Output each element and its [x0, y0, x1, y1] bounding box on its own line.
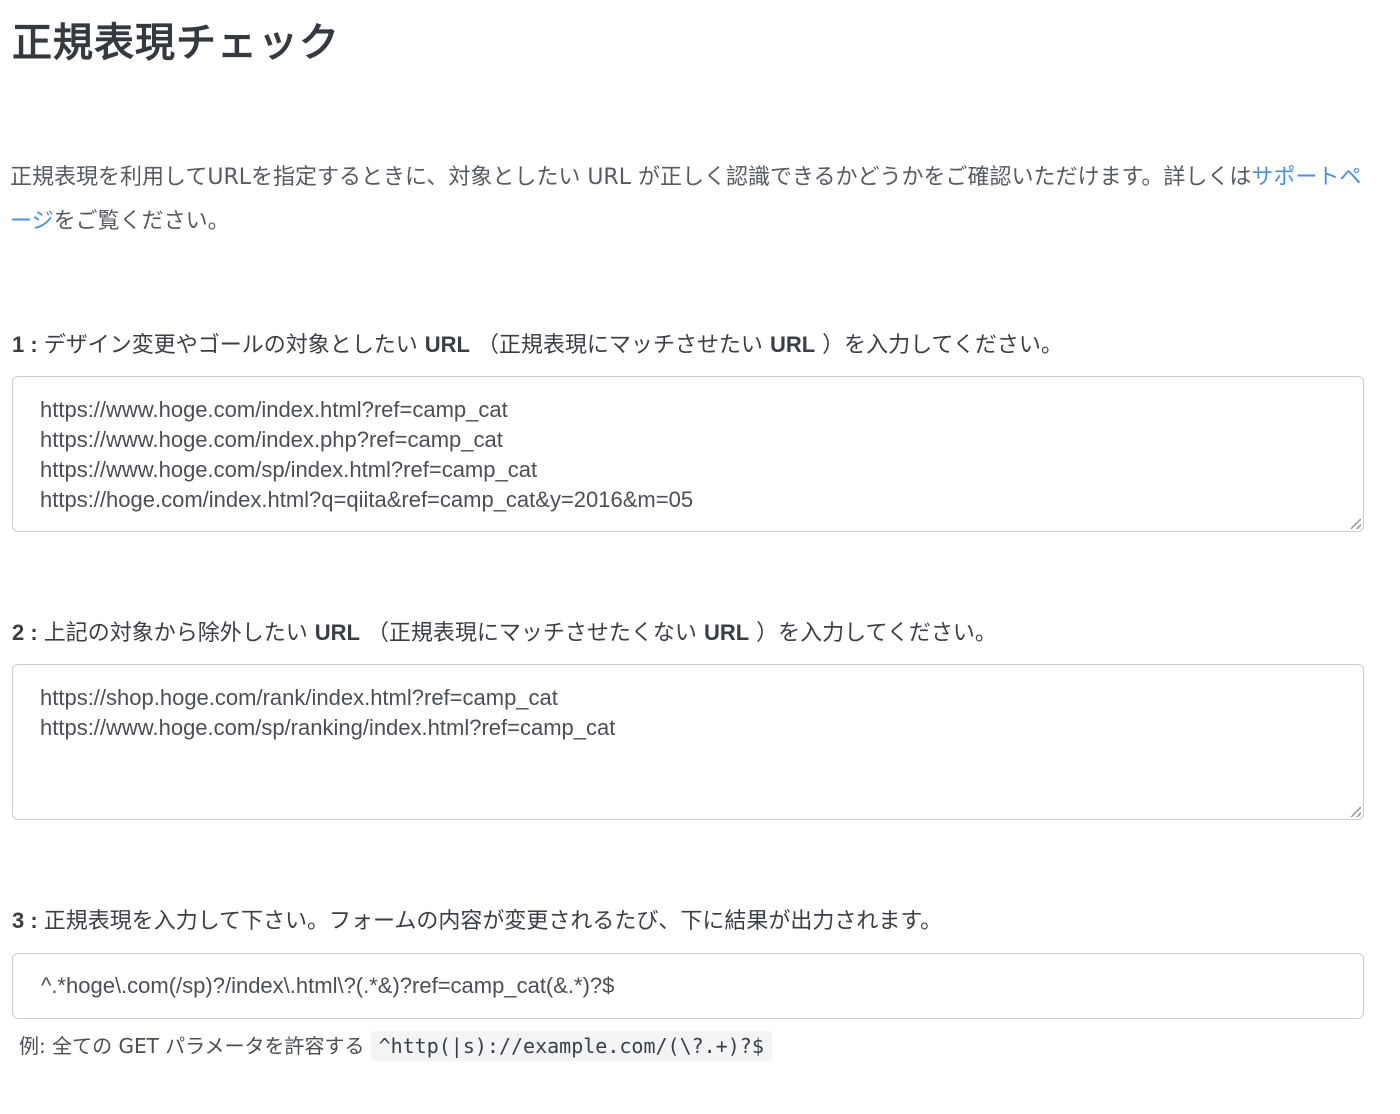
excluded-url-textarea[interactable]: https://shop.hoge.com/rank/index.html?re…	[12, 664, 1364, 820]
step-number: 3 :	[12, 908, 38, 933]
intro-suffix: をご覧ください。	[53, 209, 230, 234]
regex-input[interactable]: ^.*hoge\.com(/sp)?/index\.html\?(.*&)?re…	[12, 953, 1364, 1019]
example-code: ^http(|s)://example.com/(\?.+)?$	[370, 1031, 772, 1061]
regex-label: 3 : 正規表現を入力して下さい。フォームの内容が変更されるたび、下に結果が出力さ…	[12, 908, 943, 934]
step-number: 1 :	[12, 332, 38, 357]
excluded-url-value[interactable]: https://shop.hoge.com/rank/index.html?re…	[40, 685, 615, 740]
example-label: 例: 全ての GET パラメータを許容する	[19, 1034, 365, 1058]
resize-handle-icon[interactable]	[1351, 519, 1361, 529]
intro-paragraph: 正規表現を利用してURLを指定するときに、対象としたい URL が正しく認識でき…	[10, 156, 1370, 244]
regex-check-page: 正規表現チェック 正規表現を利用してURLを指定するときに、対象としたい URL…	[0, 0, 1400, 1114]
excluded-url-label: 2 : 上記の対象から除外したい URL （正規表現にマッチさせたくない URL …	[12, 620, 997, 646]
example-hint: 例: 全ての GET パラメータを許容する ^http(|s)://example…	[19, 1030, 772, 1061]
page-title: 正規表現チェック	[12, 20, 340, 66]
target-url-label: 1 : デザイン変更やゴールの対象としたい URL （正規表現にマッチさせたい U…	[12, 332, 1063, 358]
target-url-value[interactable]: https://www.hoge.com/index.html?ref=camp…	[40, 397, 693, 512]
resize-handle-icon[interactable]	[1351, 807, 1361, 817]
intro-text: 正規表現を利用してURLを指定するときに、対象としたい URL が正しく認識でき…	[10, 165, 1252, 190]
regex-input-value[interactable]: ^.*hoge\.com(/sp)?/index\.html\?(.*&)?re…	[41, 973, 614, 998]
target-url-textarea[interactable]: https://www.hoge.com/index.html?ref=camp…	[12, 376, 1364, 532]
step-number: 2 :	[12, 620, 38, 645]
